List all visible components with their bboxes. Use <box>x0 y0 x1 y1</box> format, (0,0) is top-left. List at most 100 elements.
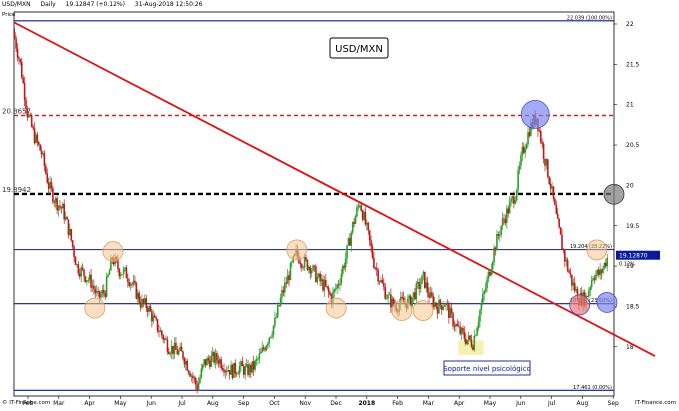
candle-body <box>384 286 387 299</box>
candle-body <box>162 335 164 340</box>
candle-body <box>190 375 193 377</box>
candle-body <box>521 146 524 156</box>
candle-body <box>463 331 466 340</box>
candle-body <box>193 378 196 379</box>
candle-body <box>349 238 351 246</box>
candle-body <box>527 132 529 145</box>
x-tick-label: Aug <box>577 400 589 407</box>
candle-body <box>56 198 58 211</box>
candle-body <box>457 325 460 327</box>
y-tick-label: 19.5 <box>626 223 640 230</box>
x-tick-label: May <box>484 400 497 407</box>
candle-body <box>88 274 91 280</box>
candle-body <box>227 370 230 372</box>
candle-body <box>40 150 43 155</box>
candle-body <box>554 198 556 206</box>
candle-body <box>179 346 181 351</box>
candle-body <box>544 158 546 166</box>
candle-body <box>456 323 459 326</box>
candle-body <box>566 259 569 271</box>
candle-body <box>36 134 39 142</box>
candle-body <box>525 144 528 150</box>
orange-circle-marker <box>586 239 608 261</box>
candle-body <box>515 189 518 201</box>
chart-title: USD/MXN <box>335 44 383 55</box>
candle-body <box>443 305 446 307</box>
candle-body <box>472 346 474 350</box>
candle-body <box>108 270 111 275</box>
candle-body <box>226 370 228 372</box>
candle-body <box>370 240 372 247</box>
candle-body <box>494 247 497 251</box>
candle-body <box>358 205 361 207</box>
candle-body <box>196 384 198 391</box>
candle-body <box>28 115 30 118</box>
candle-body <box>276 305 279 317</box>
dashed-level-label: 20.8657 <box>2 108 31 116</box>
candle-body <box>568 270 570 273</box>
candle-body <box>265 345 268 351</box>
candle-body <box>197 382 200 391</box>
candle-body <box>209 360 211 367</box>
candle-body <box>131 283 133 285</box>
candle-body <box>124 267 126 270</box>
candle-body <box>377 269 379 282</box>
candle-body <box>483 291 486 295</box>
candle-body <box>366 222 368 225</box>
candle-body <box>548 177 551 185</box>
candle-body <box>128 282 131 286</box>
candle-body <box>320 279 323 282</box>
candle-body <box>121 274 123 276</box>
candle-body <box>135 283 138 299</box>
candle-body <box>561 234 563 250</box>
candle-body <box>426 282 429 293</box>
candle-body <box>267 343 269 346</box>
candle-body <box>136 292 139 299</box>
candle-body <box>334 288 337 290</box>
footer-copyright-left: © IT-Finance.com <box>2 399 50 406</box>
candle-body <box>43 152 46 167</box>
candle-body <box>432 296 435 307</box>
candle-body <box>569 272 572 275</box>
candle-body <box>424 271 426 288</box>
y-tick-label: 22 <box>626 21 634 28</box>
period-label: Daily <box>40 1 56 8</box>
candle-body <box>322 279 324 291</box>
y-tick-label: 20.5 <box>626 142 640 149</box>
candle-body <box>230 364 232 375</box>
candle-body <box>364 211 367 225</box>
candle-body <box>104 292 107 297</box>
candle-body <box>361 210 364 220</box>
candle-body <box>247 364 249 375</box>
candle-body <box>238 366 241 374</box>
candle-body <box>57 205 60 211</box>
candle-body <box>545 159 548 166</box>
candle-body <box>489 271 491 276</box>
candle-body <box>518 165 521 171</box>
candle-body <box>16 48 19 58</box>
candle-body <box>194 378 197 385</box>
candle-body <box>192 375 194 379</box>
candle-body <box>438 299 440 314</box>
candle-body <box>319 273 321 282</box>
candle-body <box>83 269 85 277</box>
candle-body <box>241 361 244 367</box>
candle-body <box>590 280 593 288</box>
candle-body <box>433 302 436 307</box>
candle-body <box>187 370 190 373</box>
candle-body <box>160 330 163 336</box>
candle-body <box>382 283 385 287</box>
candle-body <box>20 62 23 78</box>
candle-body <box>343 265 346 268</box>
candle-body <box>419 284 422 290</box>
candle-body <box>593 278 596 280</box>
candle-body <box>528 132 531 136</box>
x-tick-label: Jun <box>146 400 157 407</box>
candle-body <box>439 299 442 306</box>
candle-body <box>145 298 148 309</box>
candle-body <box>233 362 235 379</box>
candle-body <box>159 330 162 333</box>
candle-body <box>341 265 344 274</box>
candle-body <box>141 299 143 308</box>
candle-body <box>480 303 483 311</box>
